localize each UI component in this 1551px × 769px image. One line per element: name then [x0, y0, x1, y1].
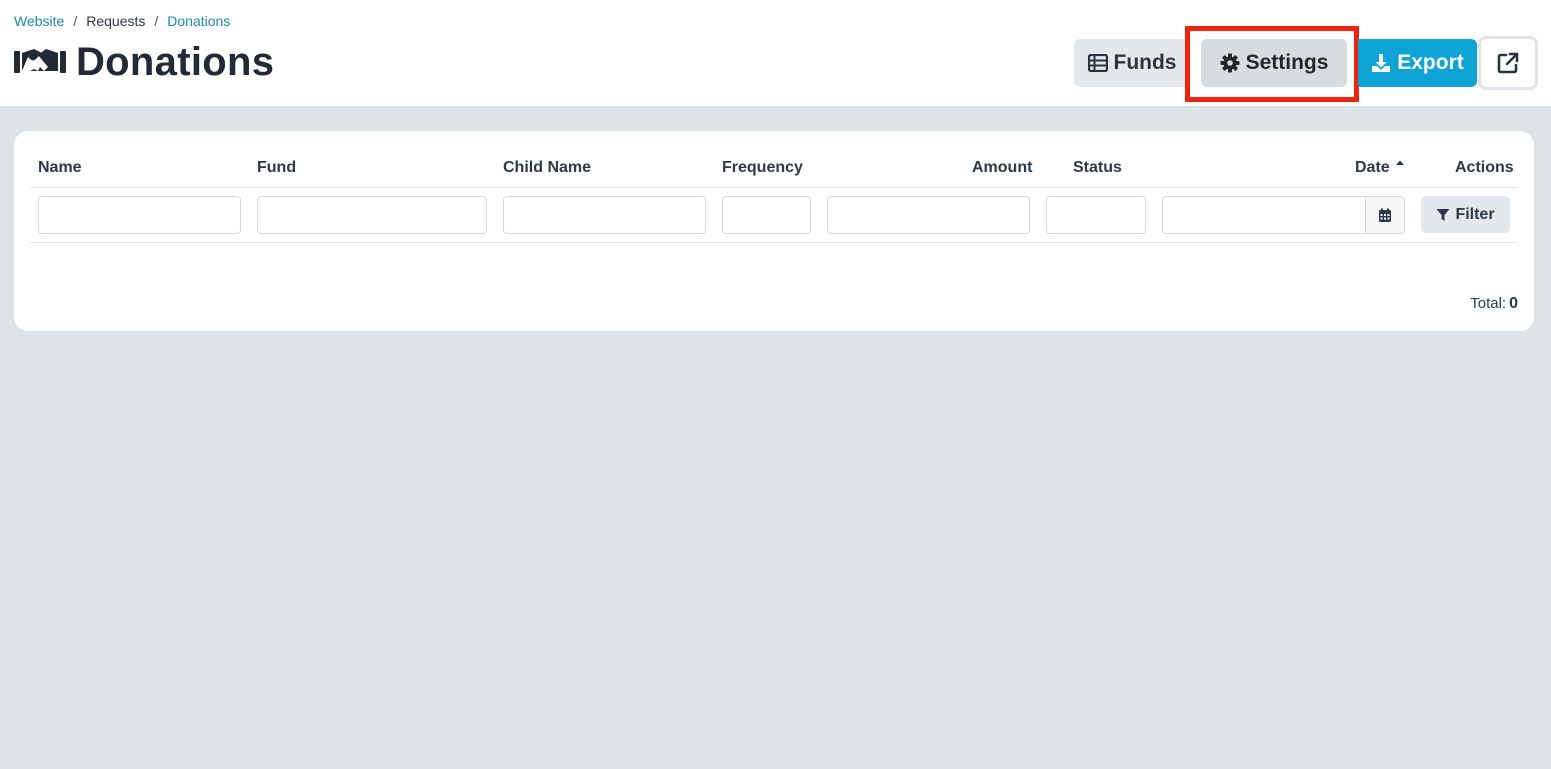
page-header: Website / Requests / Donations Donations… [0, 0, 1551, 107]
breadcrumb-separator: / [73, 13, 78, 29]
amount-filter-input[interactable] [827, 196, 1030, 234]
total-label: Total: [1470, 295, 1507, 312]
settings-label: Settings [1245, 51, 1329, 74]
export-button[interactable]: Export [1358, 39, 1477, 87]
settings-button[interactable]: Settings [1201, 39, 1347, 87]
donations-table-card: Name Fund Child Name Frequency Amount St… [14, 131, 1534, 331]
filter-label: Filter [1455, 205, 1495, 223]
date-picker-button[interactable] [1365, 196, 1405, 234]
breadcrumb-separator: / [154, 13, 159, 29]
gear-icon [1220, 53, 1240, 73]
download-icon [1372, 54, 1391, 72]
column-header-fund[interactable]: Fund [257, 159, 296, 177]
name-filter-input[interactable] [38, 196, 241, 234]
column-header-child-name[interactable]: Child Name [503, 159, 591, 177]
column-header-name[interactable]: Name [38, 159, 82, 177]
export-label: Export [1397, 51, 1464, 74]
column-header-frequency[interactable]: Frequency [722, 159, 803, 177]
funds-label: Funds [1113, 51, 1177, 74]
open-external-button[interactable] [1478, 36, 1538, 90]
filter-button[interactable]: Filter [1421, 196, 1510, 233]
caret-up-icon [1396, 160, 1404, 165]
breadcrumb-website[interactable]: Website [14, 13, 64, 29]
title-row: Donations [14, 40, 274, 85]
page-title: Donations [76, 40, 275, 84]
frequency-filter-input[interactable] [722, 196, 811, 234]
column-header-status[interactable]: Status [1073, 159, 1122, 177]
total-value: 0 [1509, 295, 1518, 312]
fund-filter-input[interactable] [257, 196, 487, 234]
column-header-actions: Actions [1455, 159, 1514, 176]
external-link-icon [1497, 52, 1519, 74]
breadcrumb: Website / Requests / Donations [14, 13, 230, 29]
breadcrumb-requests: Requests [86, 13, 146, 29]
filter-divider [30, 242, 1518, 243]
breadcrumb-donations[interactable]: Donations [167, 13, 230, 29]
column-header-amount[interactable]: Amount [972, 159, 1032, 177]
header-divider [30, 187, 1518, 188]
child-name-filter-input[interactable] [503, 196, 706, 234]
status-filter-input[interactable] [1046, 196, 1146, 234]
column-header-date[interactable]: Date [1355, 159, 1390, 177]
total-count: Total: 0 [1470, 295, 1518, 313]
funds-button[interactable]: Funds [1074, 39, 1190, 87]
calendar-icon [1379, 208, 1391, 222]
date-filter-input[interactable] [1162, 196, 1366, 234]
handshake-icon [14, 48, 66, 76]
filter-funnel-icon [1436, 208, 1450, 221]
table-list-icon [1087, 54, 1108, 72]
